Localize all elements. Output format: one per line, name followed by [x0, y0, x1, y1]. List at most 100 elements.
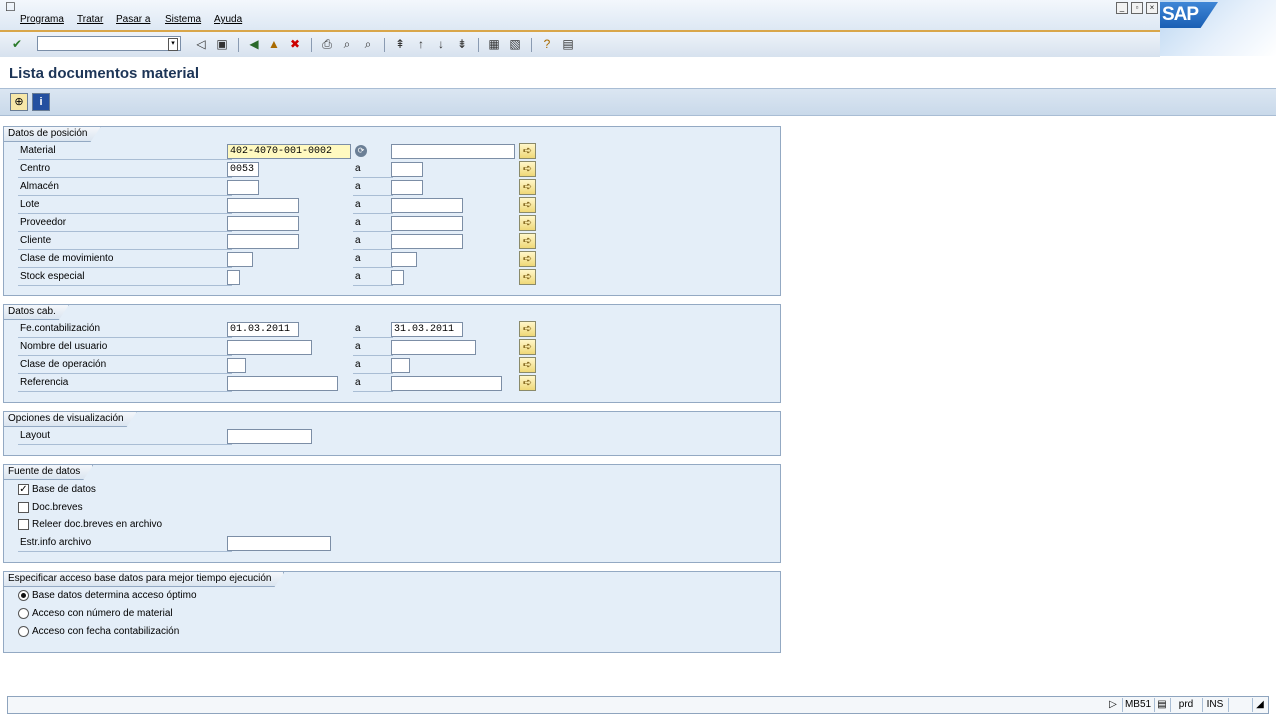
material-from-input[interactable]: 402-4070-001-0002: [227, 144, 351, 159]
clase-operacion-to-input[interactable]: [391, 358, 410, 373]
radio-unselected[interactable]: [18, 626, 29, 637]
almacen-to-input[interactable]: [391, 180, 423, 195]
fecha-to-input[interactable]: 31.03.2011: [391, 322, 463, 337]
section-title: Datos de posición: [4, 127, 101, 142]
multiple-selection-arrow-icon[interactable]: ➪: [519, 179, 536, 195]
multiple-selection-arrow-icon[interactable]: ➪: [519, 251, 536, 267]
radio-label: Acceso con fecha contabilización: [32, 626, 180, 637]
info-icon[interactable]: i: [32, 93, 50, 111]
minimize-icon[interactable]: _: [1116, 2, 1128, 14]
lote-to-input[interactable]: [391, 198, 463, 213]
stock-especial-to-input[interactable]: [391, 270, 404, 285]
centro-from-input[interactable]: 0053: [227, 162, 259, 177]
usuario-to-input[interactable]: [391, 340, 476, 355]
row-lote: Lote a ➪: [16, 197, 556, 214]
save-icon[interactable]: ▣: [214, 36, 230, 52]
system-name: prd: [1170, 698, 1201, 712]
enter-icon[interactable]: ✔: [9, 36, 25, 52]
menu-tratar[interactable]: Tratar: [77, 14, 103, 25]
customize-icon[interactable]: ▤: [560, 36, 576, 52]
toolbar-separator: [311, 38, 312, 52]
cancel-icon[interactable]: ✖: [287, 36, 303, 52]
clase-movimiento-to-input[interactable]: [391, 252, 417, 267]
range-to-label: a: [353, 233, 393, 250]
resize-grip-icon[interactable]: ◢: [1252, 698, 1267, 712]
toolbar-separator: [531, 38, 532, 52]
range-to-label: a: [353, 197, 393, 214]
row-clase-movimiento: Clase de movimiento a ➪: [16, 251, 556, 268]
multiple-selection-arrow-icon[interactable]: ➪: [519, 357, 536, 373]
find-icon[interactable]: ⌕: [339, 36, 355, 52]
find-next-icon[interactable]: ⌕: [360, 36, 376, 52]
command-field[interactable]: ▾: [37, 36, 181, 51]
usuario-from-input[interactable]: [227, 340, 312, 355]
prev-page-icon[interactable]: ↑: [413, 36, 429, 52]
multiple-selection-arrow-icon[interactable]: ➪: [519, 215, 536, 231]
field-label: Estr.info archivo: [18, 535, 232, 552]
material-to-input[interactable]: [391, 144, 515, 159]
fecha-from-input[interactable]: 01.03.2011: [227, 322, 299, 337]
status-toggle-icon[interactable]: ▷: [1106, 698, 1120, 712]
insert-mode: INS: [1202, 698, 1227, 712]
almacen-from-input[interactable]: [227, 180, 259, 195]
back-nav-icon[interactable]: ◀: [246, 36, 262, 52]
field-label: Clase de operación: [18, 357, 232, 374]
multiple-selection-arrow-icon[interactable]: ➪: [519, 233, 536, 249]
field-label: Referencia: [18, 375, 232, 392]
page-title: Lista documentos material: [9, 65, 200, 82]
menu-programa[interactable]: Programa: [20, 14, 64, 25]
proveedor-from-input[interactable]: [227, 216, 299, 231]
system-info-icon[interactable]: ▤: [1154, 698, 1169, 712]
application-toolbar: ⊕ i: [0, 88, 1276, 116]
lote-from-input[interactable]: [227, 198, 299, 213]
proveedor-to-input[interactable]: [391, 216, 463, 231]
row-almacen: Almacén a ➪: [16, 179, 556, 196]
multiple-selection-arrow-icon[interactable]: ➪: [519, 269, 536, 285]
multiple-selection-arrow-icon[interactable]: ➪: [519, 375, 536, 391]
help-icon[interactable]: ?: [539, 36, 555, 52]
multiple-selection-arrow-icon[interactable]: ➪: [519, 321, 536, 337]
menu-pasar-a[interactable]: Pasar a: [116, 14, 150, 25]
new-session-icon[interactable]: ▦: [486, 36, 502, 52]
next-page-icon[interactable]: ↓: [433, 36, 449, 52]
first-page-icon[interactable]: ⇞: [392, 36, 408, 52]
cliente-to-input[interactable]: [391, 234, 463, 249]
section-acceso-base-datos: Especificar acceso base datos para mejor…: [3, 571, 781, 653]
checkbox-unchecked[interactable]: [18, 502, 29, 513]
menu-sistema[interactable]: Sistema: [165, 14, 201, 25]
menu-ayuda[interactable]: Ayuda: [214, 14, 242, 25]
section-title: Fuente de datos: [4, 465, 93, 480]
radio-selected[interactable]: [18, 590, 29, 601]
search-help-icon[interactable]: ⟳: [355, 145, 367, 157]
layout-input[interactable]: [227, 429, 312, 444]
row-material: Material 402-4070-001-0002 ⟳ ➪: [16, 143, 556, 160]
referencia-to-input[interactable]: [391, 376, 502, 391]
last-page-icon[interactable]: ⇟: [454, 36, 470, 52]
back-icon[interactable]: ◁: [193, 36, 209, 52]
estr-info-input[interactable]: [227, 536, 331, 551]
stock-especial-from-input[interactable]: [227, 270, 240, 285]
checkbox-checked[interactable]: ✓: [18, 484, 29, 495]
checkbox-label: Releer doc.breves en archivo: [32, 519, 163, 530]
multiple-selection-arrow-icon[interactable]: ➪: [519, 161, 536, 177]
referencia-from-input[interactable]: [227, 376, 338, 391]
command-history-icon[interactable]: ▾: [168, 38, 178, 51]
centro-to-input[interactable]: [391, 162, 423, 177]
shortcut-icon[interactable]: ▧: [507, 36, 523, 52]
cliente-from-input[interactable]: [227, 234, 299, 249]
print-icon[interactable]: ⎙: [319, 36, 335, 52]
field-label: Lote: [18, 197, 232, 214]
section-opciones-visualizacion: Opciones de visualización Layout: [3, 411, 781, 456]
checkbox-unchecked[interactable]: [18, 519, 29, 530]
execute-icon[interactable]: ⊕: [10, 93, 28, 111]
radio-unselected[interactable]: [18, 608, 29, 619]
maximize-icon[interactable]: ▫: [1131, 2, 1143, 14]
clase-movimiento-from-input[interactable]: [227, 252, 253, 267]
multiple-selection-arrow-icon[interactable]: ➪: [519, 197, 536, 213]
system-menu-icon[interactable]: ☐: [5, 1, 19, 13]
multiple-selection-arrow-icon[interactable]: ➪: [519, 339, 536, 355]
exit-icon[interactable]: ▲: [266, 36, 282, 52]
close-icon[interactable]: ×: [1146, 2, 1158, 14]
clase-operacion-from-input[interactable]: [227, 358, 246, 373]
multiple-selection-arrow-icon[interactable]: ➪: [519, 143, 536, 159]
